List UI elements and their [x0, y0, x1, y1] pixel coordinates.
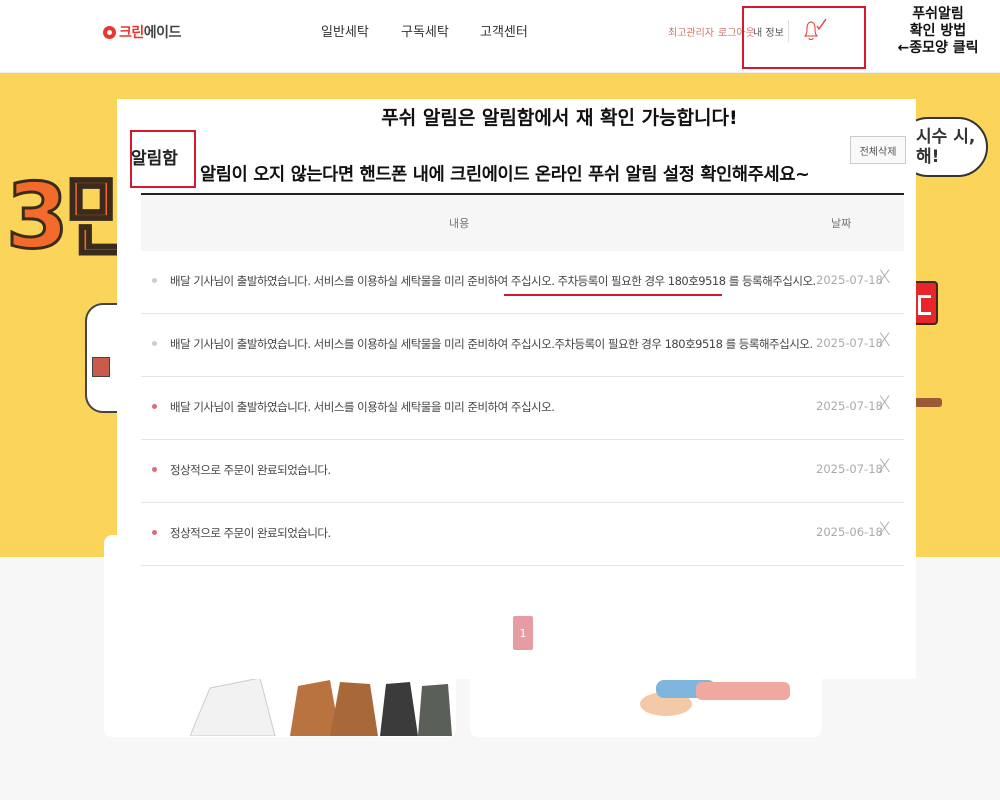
annotation-top: 푸쉬 알림은 알림함에서 재 확인 가능합니다! [381, 107, 738, 129]
logo[interactable]: 크린에이드 [103, 22, 181, 42]
logo-icon [103, 25, 116, 39]
notification-date: 2025-07-18 [816, 273, 883, 287]
notification-message[interactable]: 배달 기사님이 출발하였습니다. 서비스를 이용하실 세탁물을 미리 준비하여 … [170, 273, 816, 289]
notification-date: 2025-06-18 [816, 525, 883, 539]
page-button-1[interactable]: 1 [513, 616, 533, 650]
table-row: 정상적으로 주문이 완료되었습니다. 2025-07-18 X [141, 440, 904, 503]
unread-dot [152, 404, 157, 409]
instruction-text: 푸쉬알림 확인 방법 ←종모양 클릭 [880, 6, 996, 57]
delete-icon[interactable]: X [878, 267, 891, 287]
baby-image [636, 676, 792, 720]
notification-message[interactable]: 배달 기사님이 출발하였습니다. 서비스를 이용하실 세탁물을 미리 준비하여 … [170, 399, 555, 415]
table-row: 배달 기사님이 출발하였습니다. 서비스를 이용하실 세탁물을 미리 준비하여 … [141, 251, 904, 314]
notification-table: 내용 날짜 배달 기사님이 출발하였습니다. 서비스를 이용하실 세탁물을 미리… [141, 193, 904, 566]
delete-icon[interactable]: X [878, 330, 891, 350]
nav-general-laundry[interactable]: 일반세탁 [321, 21, 369, 40]
brown-bar-graphic [914, 398, 942, 407]
notification-date: 2025-07-18 [816, 399, 883, 413]
clothes-image [189, 677, 456, 737]
bell-highlight-box [742, 6, 866, 69]
table-header: 내용 날짜 [141, 193, 904, 251]
instruction-line-2: 확인 방법 [909, 23, 967, 39]
instruction-line-1: 푸쉬알림 [912, 6, 964, 22]
bubble-line-1: 시수 시, [916, 127, 976, 147]
notification-message[interactable]: 배달 기사님이 출발하였습니다. 서비스를 이용하실 세탁물을 미리 준비하여 … [170, 336, 813, 352]
column-date: 날짜 [831, 217, 852, 230]
admin-link[interactable]: 최고관리자 [668, 28, 714, 39]
notification-modal: 푸쉬 알림은 알림함에서 재 확인 가능합니다! 알림함 전체삭제 알림이 오지… [117, 99, 916, 679]
instruction-line-3: ←종모양 클릭 [897, 40, 979, 56]
notification-message[interactable]: 정상적으로 주문이 완료되었습니다. [170, 462, 331, 478]
logo-text-red: 크린 [119, 25, 144, 41]
notification-date: 2025-07-18 [816, 462, 883, 476]
table-row: 배달 기사님이 출발하였습니다. 서비스를 이용하실 세탁물을 미리 준비하여 … [141, 314, 904, 377]
site-header: 크린에이드 일반세탁 구독세탁 고객센터 최고관리자 로그아웃 내 정보 푸쉬알림… [0, 0, 1000, 73]
read-dot [152, 341, 157, 346]
read-dot [152, 278, 157, 283]
highlight-underline [504, 294, 722, 296]
table-row: 배달 기사님이 출발하였습니다. 서비스를 이용하실 세탁물을 미리 준비하여 … [141, 377, 904, 440]
nav-subscription-laundry[interactable]: 구독세탁 [401, 21, 449, 40]
delete-icon[interactable]: X [878, 456, 891, 476]
delete-all-button[interactable]: 전체삭제 [850, 136, 906, 164]
nav-customer-center[interactable]: 고객센터 [480, 21, 528, 40]
title-highlight-box [130, 130, 196, 188]
logo-text-dark: 에이드 [143, 25, 182, 41]
table-row: 정상적으로 주문이 완료되었습니다. 2025-06-18 X [141, 503, 904, 566]
delete-icon[interactable]: X [878, 393, 891, 413]
notification-message[interactable]: 정상적으로 주문이 완료되었습니다. [170, 525, 331, 541]
unread-dot [152, 467, 157, 472]
delete-icon[interactable]: X [878, 519, 891, 539]
annotation-sub: 알림이 오지 않는다면 핸드폰 내에 크린에이드 온라인 푸쉬 알림 설정 확인… [200, 165, 810, 185]
column-content: 내용 [449, 217, 470, 230]
unread-dot [152, 530, 157, 535]
notification-date: 2025-07-18 [816, 336, 883, 350]
bubble-line-2: 해! [916, 147, 940, 167]
